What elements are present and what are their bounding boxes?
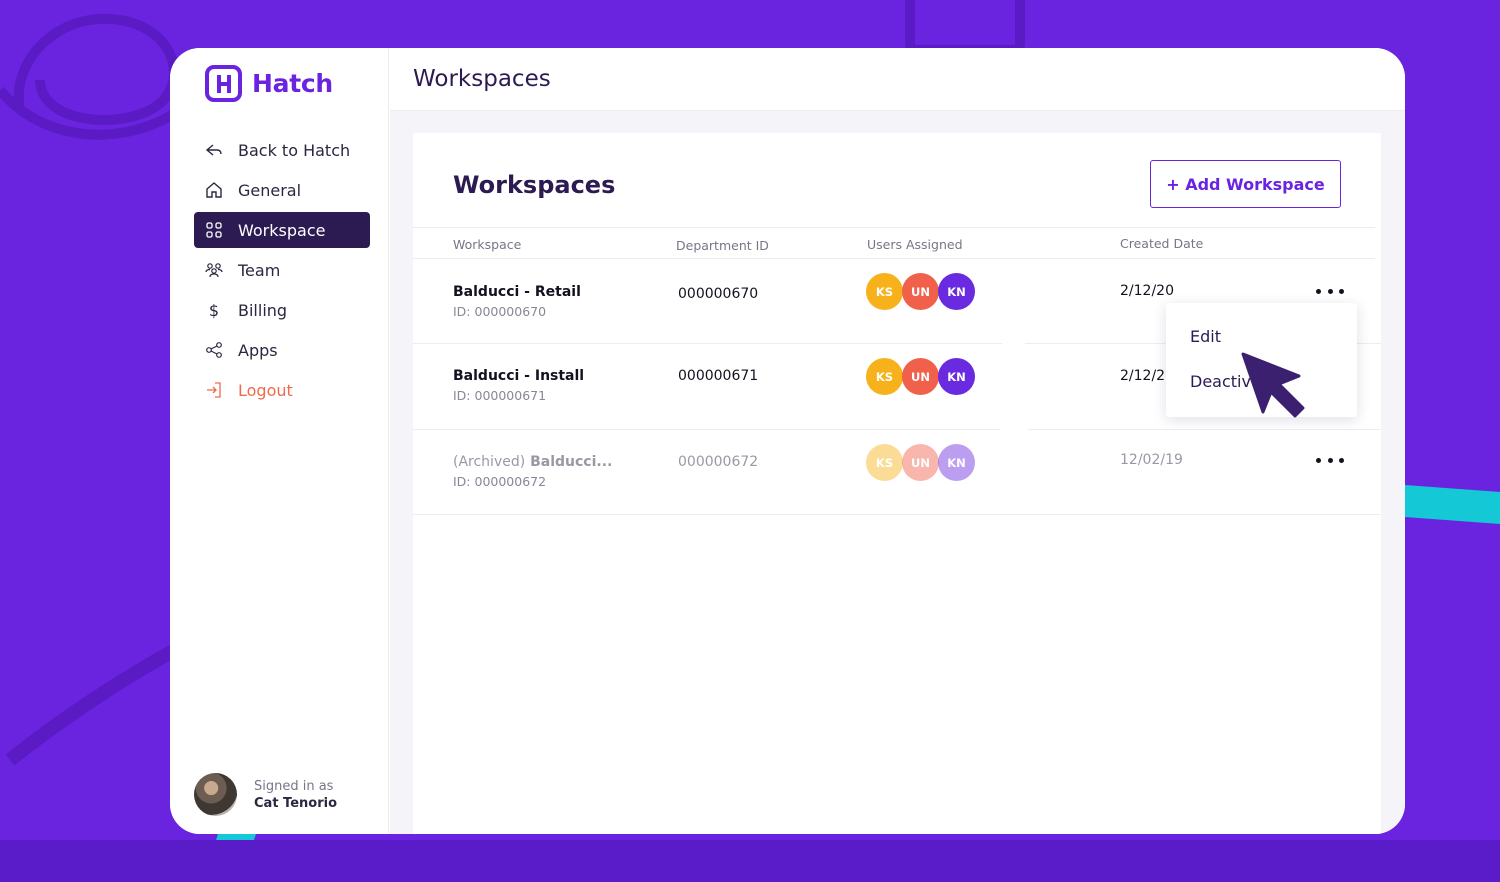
department-id: 000000670 bbox=[678, 286, 759, 302]
page-title: Workspaces bbox=[413, 66, 551, 92]
column-header-workspace[interactable]: Workspace bbox=[453, 237, 521, 252]
created-date: 2/12/2 bbox=[1120, 368, 1166, 384]
assigned-users: KS UN KN bbox=[866, 273, 975, 310]
sidebar-item-back-to-hatch[interactable]: Back to Hatch bbox=[194, 132, 370, 168]
workspace-name: Balducci - Retail bbox=[453, 284, 581, 300]
dot-icon bbox=[1339, 457, 1344, 463]
dot-icon bbox=[1327, 288, 1333, 294]
user-avatar-kn[interactable]: KN bbox=[938, 358, 975, 395]
sidebar-item-label: Workspace bbox=[238, 220, 326, 240]
row-divider bbox=[413, 514, 1381, 515]
user-avatar-kn[interactable]: KN bbox=[938, 444, 975, 481]
sidebar: Hatch Back to Hatch General Workspace Te… bbox=[170, 48, 389, 834]
department-id: 000000671 bbox=[678, 368, 759, 384]
workspace-id: ID: 000000671 bbox=[453, 388, 547, 403]
column-header-users-assigned[interactable]: Users Assigned bbox=[867, 237, 963, 252]
sidebar-item-label: General bbox=[238, 180, 302, 200]
sidebar-item-logout[interactable]: Logout bbox=[194, 372, 370, 408]
signed-in-user[interactable]: Signed in as Cat Tenorio bbox=[194, 773, 337, 816]
topbar: Workspaces bbox=[390, 48, 1405, 111]
sidebar-item-label: Team bbox=[238, 260, 281, 280]
column-header-created-date[interactable]: Created Date bbox=[1120, 236, 1203, 251]
assigned-users: KS UN KN bbox=[866, 444, 975, 481]
home-icon bbox=[205, 181, 223, 199]
grid-icon bbox=[205, 221, 223, 239]
dot-icon bbox=[1316, 457, 1321, 463]
sidebar-item-label: Back to Hatch bbox=[238, 140, 351, 160]
sidebar-item-billing[interactable]: $ Billing bbox=[194, 292, 370, 328]
add-workspace-button[interactable]: + Add Workspace bbox=[1150, 160, 1341, 208]
assigned-users: KS UN KN bbox=[866, 358, 975, 395]
user-avatar-ks[interactable]: KS bbox=[866, 358, 903, 395]
hatch-logo-icon bbox=[205, 65, 242, 102]
signed-in-label: Signed in as bbox=[254, 778, 334, 794]
table-header: Workspace Department ID Users Assigned C… bbox=[413, 227, 1375, 259]
sidebar-item-label: Apps bbox=[238, 340, 278, 360]
user-avatar-un[interactable]: UN bbox=[902, 358, 939, 395]
workspace-name: Balducci - Install bbox=[453, 368, 585, 384]
sidebar-item-general[interactable]: General bbox=[194, 172, 370, 208]
brand[interactable]: Hatch bbox=[205, 65, 333, 102]
table-row[interactable]: (Archived) Balducci... ID: 000000672 000… bbox=[413, 430, 1381, 514]
user-avatar-ks[interactable]: KS bbox=[866, 273, 903, 310]
people-icon bbox=[205, 261, 223, 279]
sidebar-item-team[interactable]: Team bbox=[194, 252, 370, 288]
logout-icon bbox=[205, 381, 223, 399]
more-options-button[interactable] bbox=[1316, 281, 1344, 301]
workspace-name-text: Balducci... bbox=[530, 454, 613, 470]
sidebar-item-label: Logout bbox=[238, 380, 293, 400]
brand-name: Hatch bbox=[252, 69, 333, 98]
user-name: Cat Tenorio bbox=[254, 795, 337, 811]
sidebar-item-label: Billing bbox=[238, 300, 288, 320]
user-avatar-ks[interactable]: KS bbox=[866, 444, 903, 481]
created-date: 12/02/19 bbox=[1120, 452, 1183, 468]
workspace-id: ID: 000000670 bbox=[453, 304, 547, 319]
user-avatar-un[interactable]: UN bbox=[902, 444, 939, 481]
dot-icon bbox=[1327, 457, 1333, 463]
more-options-button[interactable] bbox=[1316, 450, 1344, 470]
workspaces-card: Workspaces + Add Workspace Workspace Dep… bbox=[413, 133, 1381, 834]
created-date: 2/12/20 bbox=[1120, 283, 1174, 299]
archived-prefix: (Archived) bbox=[453, 454, 526, 470]
workspace-name: (Archived) Balducci... bbox=[453, 454, 612, 470]
workspace-id: ID: 000000672 bbox=[453, 474, 547, 489]
user-avatar-kn[interactable]: KN bbox=[938, 273, 975, 310]
main-content: Workspaces Workspaces + Add Workspace Wo… bbox=[390, 48, 1405, 834]
dot-icon bbox=[1316, 288, 1321, 294]
avatar bbox=[194, 773, 237, 816]
share-nodes-icon bbox=[205, 341, 223, 359]
user-avatar-un[interactable]: UN bbox=[902, 273, 939, 310]
dollar-icon: $ bbox=[208, 300, 220, 320]
department-id: 000000672 bbox=[678, 454, 759, 470]
sidebar-nav: Back to Hatch General Workspace Team $ B… bbox=[194, 132, 370, 412]
menu-item-edit[interactable]: Edit bbox=[1190, 327, 1221, 346]
column-header-department-id[interactable]: Department ID bbox=[676, 238, 769, 253]
card-title: Workspaces bbox=[453, 171, 616, 199]
back-arrow-icon bbox=[205, 141, 223, 159]
dot-icon bbox=[1339, 288, 1344, 294]
sidebar-item-apps[interactable]: Apps bbox=[194, 332, 370, 368]
sidebar-item-workspace[interactable]: Workspace bbox=[194, 212, 370, 248]
mouse-pointer-icon bbox=[1241, 352, 1305, 418]
app-window: Hatch Back to Hatch General Workspace Te… bbox=[170, 48, 1405, 834]
